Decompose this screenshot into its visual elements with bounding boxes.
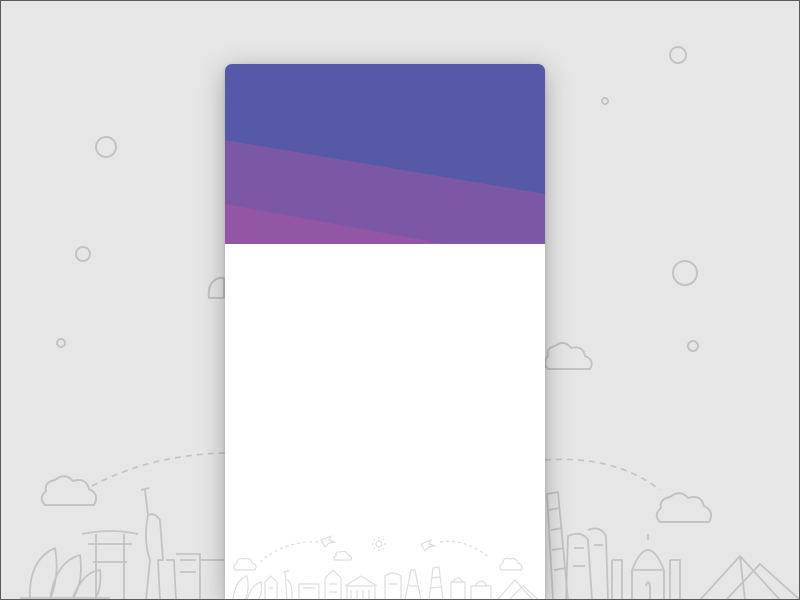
flight-path-icon <box>91 452 226 487</box>
leaning-tower-icon <box>546 491 569 600</box>
cloud-icon <box>207 277 225 299</box>
cloud-icon <box>233 557 257 571</box>
gradient-header <box>225 64 545 244</box>
flight-path-icon <box>544 458 661 491</box>
moai-icon <box>565 527 609 600</box>
bubble-icon <box>669 46 687 64</box>
flight-path-icon <box>259 540 491 563</box>
bubble-icon <box>56 338 66 348</box>
cloud-icon <box>40 475 98 506</box>
taj-mahal-icon <box>611 534 681 600</box>
torii-gate-icon <box>81 530 139 600</box>
cloud-icon <box>655 492 713 523</box>
bubble-icon <box>687 340 699 352</box>
pyramid-icon <box>699 555 800 600</box>
airplane-icon <box>320 535 336 548</box>
bridge-icon <box>176 553 224 600</box>
cloud-icon <box>499 557 523 571</box>
bubble-icon <box>601 97 609 105</box>
cloud-icon <box>544 342 593 370</box>
bubble-icon <box>672 260 698 286</box>
bubble-icon <box>95 136 117 158</box>
world-landmarks-skyline-icon <box>225 535 545 600</box>
sun-icon <box>375 540 383 548</box>
bubble-icon <box>75 246 91 262</box>
airplane-icon <box>420 539 436 552</box>
phone-card <box>225 64 545 600</box>
statue-of-liberty-icon <box>140 487 177 600</box>
cloud-icon <box>333 550 353 561</box>
